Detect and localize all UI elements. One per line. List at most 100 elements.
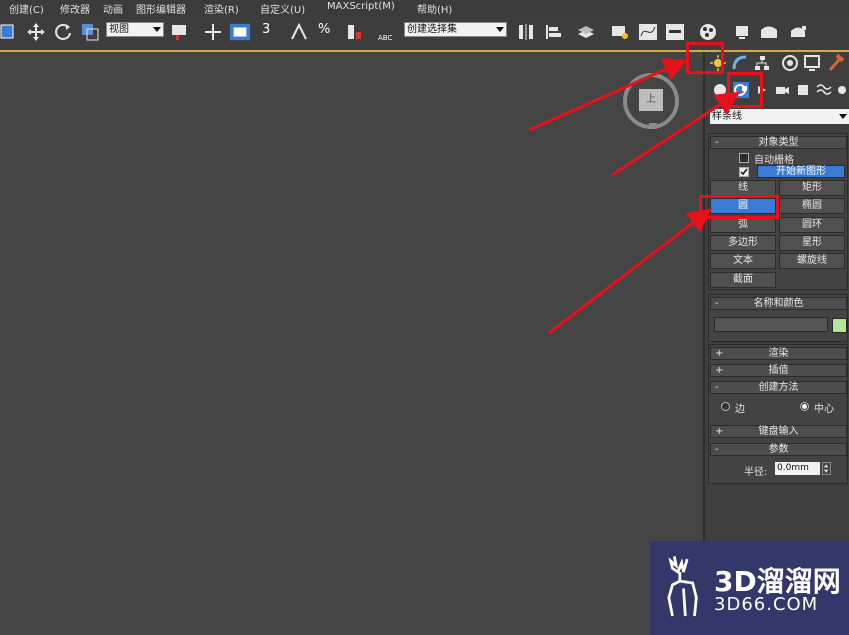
- shape-star-button[interactable]: 星形: [779, 235, 845, 251]
- shape-arc-button[interactable]: 弧: [710, 217, 776, 233]
- viewcube-face[interactable]: 上: [639, 89, 663, 111]
- chevron-down-icon: [496, 27, 504, 32]
- named-selection-sets-value: 创建选择集: [407, 24, 457, 35]
- edit-named-selection-icon[interactable]: ABC: [378, 22, 398, 42]
- spinner-arrows-icon: [823, 464, 829, 473]
- reference-coordinate-dropdown[interactable]: 视图: [106, 22, 164, 37]
- layer-manager-icon[interactable]: [576, 22, 596, 42]
- named-selection-sets-dropdown[interactable]: 创建选择集: [404, 22, 507, 37]
- start-new-shape-checkbox[interactable]: [739, 167, 749, 177]
- chevron-down-icon: [839, 114, 847, 119]
- percent-snap-icon[interactable]: %: [318, 22, 338, 42]
- auto-grid-checkbox[interactable]: [739, 153, 749, 163]
- rendered-frame-window-icon[interactable]: [759, 22, 779, 42]
- utilities-tab-hammer-icon[interactable]: [827, 53, 845, 72]
- shape-line-button[interactable]: 线: [710, 180, 776, 196]
- keyboard-shortcut-override-icon[interactable]: [230, 22, 252, 42]
- scene-explorer-icon[interactable]: [610, 22, 630, 42]
- menu-maxscript[interactable]: MAXScript(M): [327, 1, 395, 12]
- angle-snap-icon[interactable]: [289, 22, 309, 42]
- helpers-category-icon[interactable]: [795, 82, 811, 98]
- checkmark-icon: [740, 168, 748, 176]
- collapse-icon: -: [715, 444, 719, 455]
- shape-category-dropdown[interactable]: 样条线: [710, 109, 849, 124]
- shape-text-button[interactable]: 文本: [710, 253, 776, 269]
- display-tab-icon[interactable]: [803, 54, 821, 72]
- keyboard-entry-rollout-header[interactable]: + 键盘输入: [710, 425, 847, 438]
- shape-category-value: 样条线: [712, 111, 742, 122]
- name-color-title: 名称和颜色: [753, 298, 804, 309]
- select-object-icon[interactable]: [0, 22, 14, 42]
- annotation-box-shapes-category: [727, 72, 763, 108]
- cameras-category-icon[interactable]: [774, 82, 790, 98]
- systems-category-icon[interactable]: [836, 82, 849, 98]
- keyboard-entry-title: 键盘输入: [758, 426, 799, 437]
- creation-method-edge-text: 边: [735, 404, 745, 415]
- creation-method-center-label: 中心: [814, 404, 834, 415]
- menu-create[interactable]: 创建(C): [9, 1, 44, 16]
- reference-coordinate-value: 视图: [109, 24, 129, 35]
- shape-helix-button[interactable]: 螺旋线: [779, 253, 845, 269]
- perspective-viewport[interactable]: [0, 52, 703, 635]
- interpolation-rollout-header[interactable]: + 插值: [710, 364, 847, 377]
- menu-bar: 创建(C) 修改器 动画 图形编辑器 渲染(R) 自定义(U) MAXScrip…: [0, 0, 849, 16]
- scale-icon[interactable]: [80, 22, 100, 42]
- menu-customize[interactable]: 自定义(U): [260, 1, 305, 16]
- collapse-icon: -: [715, 137, 719, 148]
- shape-rectangle-button[interactable]: 矩形: [779, 180, 845, 196]
- object-name-field[interactable]: [714, 317, 828, 332]
- creation-method-title: 创建方法: [758, 382, 799, 393]
- menu-animation[interactable]: 动画: [103, 1, 123, 16]
- menu-help[interactable]: 帮助(H): [417, 1, 452, 16]
- auto-grid-label: 自动栅格: [754, 155, 794, 166]
- spinner-snap-icon[interactable]: [344, 22, 364, 42]
- mirror-icon[interactable]: [516, 22, 536, 42]
- space-warps-category-icon[interactable]: [816, 82, 832, 98]
- align-icon[interactable]: [543, 22, 563, 42]
- dope-sheet-icon[interactable]: [665, 22, 685, 42]
- command-panel-tabs: [703, 52, 849, 74]
- deer-logo-icon: [667, 556, 698, 617]
- radius-spinner-arrows[interactable]: [822, 462, 831, 475]
- start-new-shape-button[interactable]: 开始新图形: [757, 165, 845, 178]
- render-setup-icon[interactable]: [732, 22, 752, 42]
- menu-rendering[interactable]: 渲染(R): [204, 1, 239, 16]
- shape-ellipse-button[interactable]: 椭圆: [779, 198, 845, 214]
- shape-donut-button[interactable]: 圆环: [779, 217, 845, 233]
- rendering-rollout-header[interactable]: + 渲染: [710, 347, 847, 360]
- rendering-title: 渲染: [768, 348, 789, 359]
- modify-tab-icon[interactable]: [731, 54, 749, 72]
- creation-method-edge-radio[interactable]: [721, 402, 730, 411]
- rotate-icon[interactable]: [53, 22, 73, 42]
- motion-tab-icon[interactable]: [781, 54, 799, 72]
- shape-ngon-button[interactable]: 多边形: [710, 235, 776, 251]
- shape-section-button[interactable]: 截面: [710, 272, 776, 288]
- radius-input[interactable]: 0.0mm: [775, 462, 820, 475]
- snaps-toggle-icon[interactable]: 3: [262, 22, 282, 42]
- curve-editor-icon[interactable]: [638, 22, 658, 42]
- expand-icon: +: [715, 365, 724, 376]
- collapse-icon: -: [715, 298, 719, 309]
- material-editor-icon[interactable]: [698, 22, 718, 42]
- object-type-title: 对象类型: [758, 137, 799, 148]
- geometry-category-icon[interactable]: [712, 82, 728, 98]
- render-production-icon[interactable]: [788, 22, 808, 42]
- object-color-swatch[interactable]: [832, 318, 847, 333]
- edit-named-selection-label: ABC: [378, 34, 393, 42]
- creation-method-rollout-header[interactable]: - 创建方法: [710, 381, 847, 394]
- pivot-center-icon[interactable]: [170, 22, 190, 42]
- move-icon[interactable]: [26, 22, 46, 42]
- interpolation-title: 插值: [768, 365, 789, 376]
- parameters-rollout-header[interactable]: - 参数: [710, 443, 847, 456]
- expand-icon: +: [715, 348, 724, 359]
- menu-graph-editors[interactable]: 图形编辑器: [136, 1, 186, 16]
- viewcube[interactable]: 上: [623, 73, 679, 129]
- select-manipulate-icon[interactable]: [203, 22, 223, 42]
- radius-label: 半径:: [744, 467, 768, 478]
- hierarchy-tab-icon[interactable]: [753, 54, 771, 72]
- collapse-icon: -: [715, 382, 719, 393]
- name-color-header[interactable]: - 名称和颜色: [710, 297, 847, 310]
- creation-method-center-radio[interactable]: [800, 402, 809, 411]
- object-type-header[interactable]: - 对象类型: [710, 136, 847, 149]
- menu-modifiers[interactable]: 修改器: [60, 1, 90, 16]
